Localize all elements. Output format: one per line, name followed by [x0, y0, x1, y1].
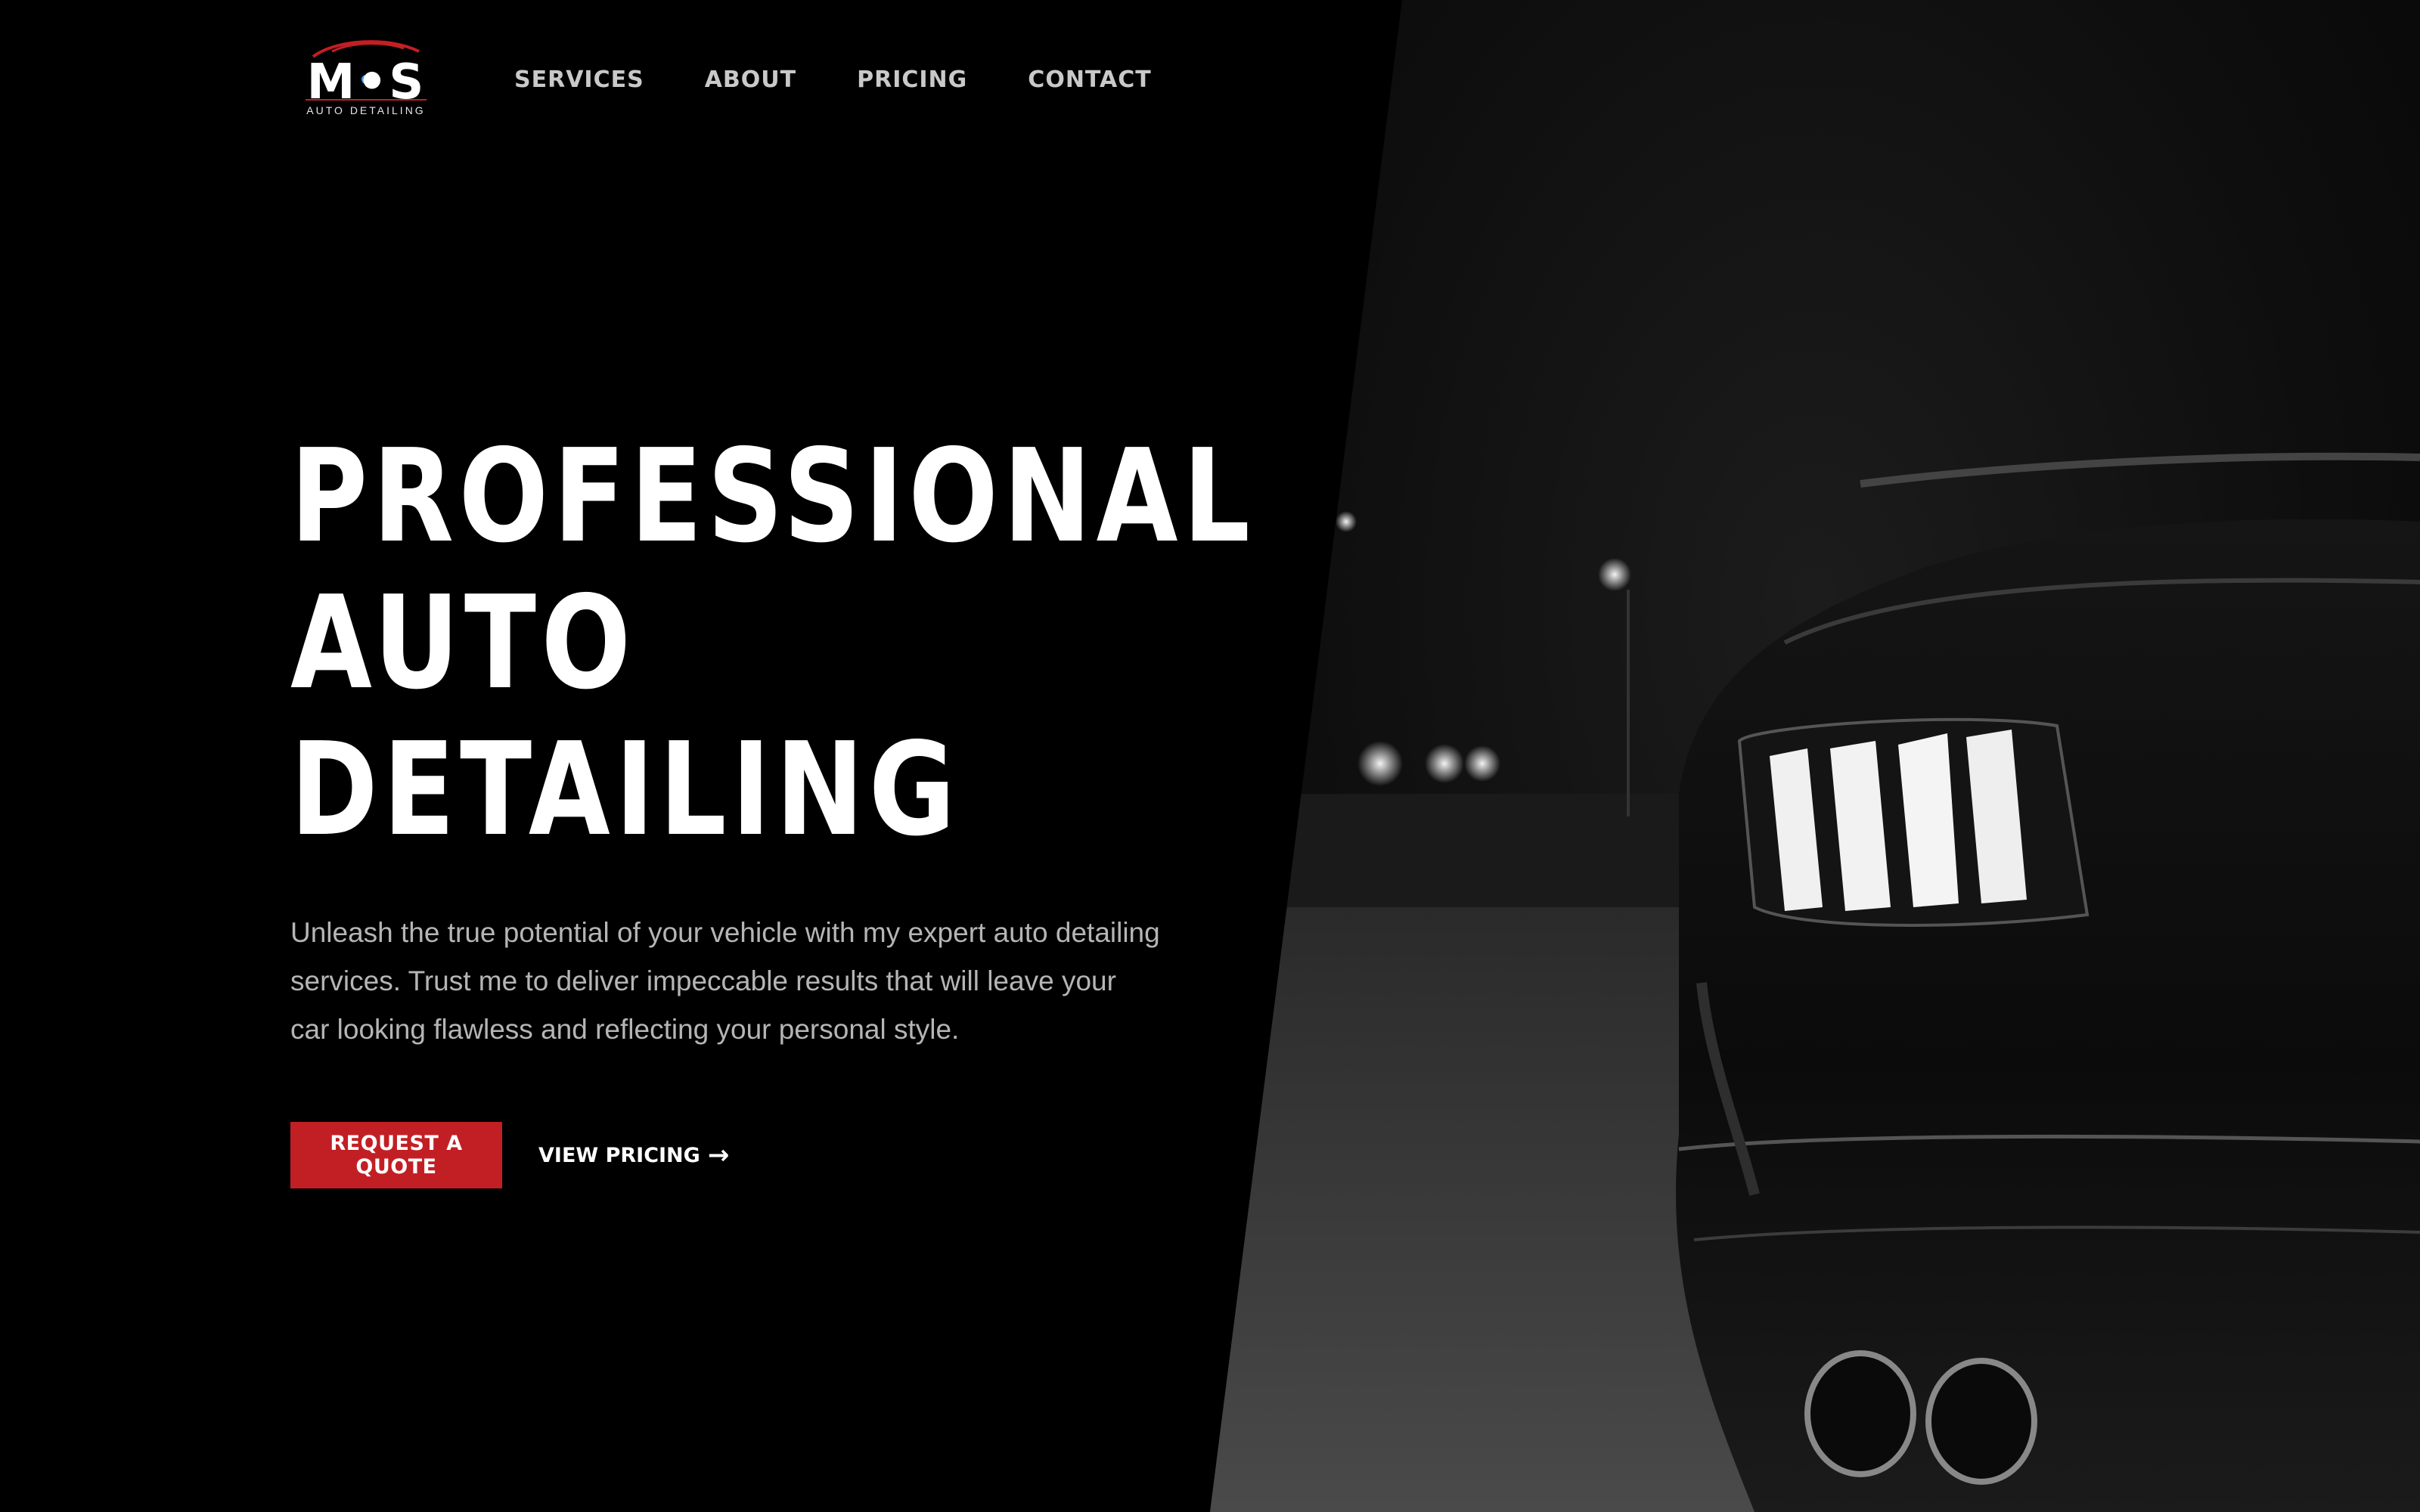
main-nav: SERVICES ABOUT PRICING CONTACT [514, 67, 1152, 93]
view-pricing-link[interactable]: VIEW PRICING → [538, 1142, 729, 1168]
car-photo-illustration [1210, 452, 2420, 1512]
nav-about[interactable]: ABOUT [705, 67, 796, 93]
hero-title: PROFESSIONAL AUTO DETAILING [290, 422, 1255, 865]
hero-car-photo [1210, 0, 2420, 1512]
hero-title-line-3: DETAILING [290, 715, 960, 865]
hero-section: PROFESSIONAL AUTO DETAILING Unleash the … [290, 422, 1255, 1188]
site-header: M•S AUTO DETAILING SERVICES ABOUT PRICIN… [290, 30, 1152, 129]
nav-contact[interactable]: CONTACT [1028, 67, 1151, 93]
nav-services[interactable]: SERVICES [514, 67, 644, 93]
logo[interactable]: M•S AUTO DETAILING [290, 30, 442, 129]
cta-row: REQUEST A QUOTE VIEW PRICING → [290, 1122, 1198, 1188]
hero-title-line-1: PROFESSIONAL [290, 422, 1255, 572]
logo-subtitle: AUTO DETAILING [306, 104, 426, 116]
logo-text: M•S [306, 54, 426, 110]
page: M•S AUTO DETAILING SERVICES ABOUT PRICIN… [0, 0, 2420, 1512]
arrow-right-icon: → [707, 1140, 730, 1170]
request-quote-button[interactable]: REQUEST A QUOTE [290, 1122, 502, 1188]
view-pricing-label: VIEW PRICING [538, 1143, 700, 1167]
nav-pricing[interactable]: PRICING [857, 67, 967, 93]
hero-description: Unleash the true potential of your vehic… [290, 917, 1160, 1045]
hero-title-line-2: AUTO [290, 569, 636, 718]
